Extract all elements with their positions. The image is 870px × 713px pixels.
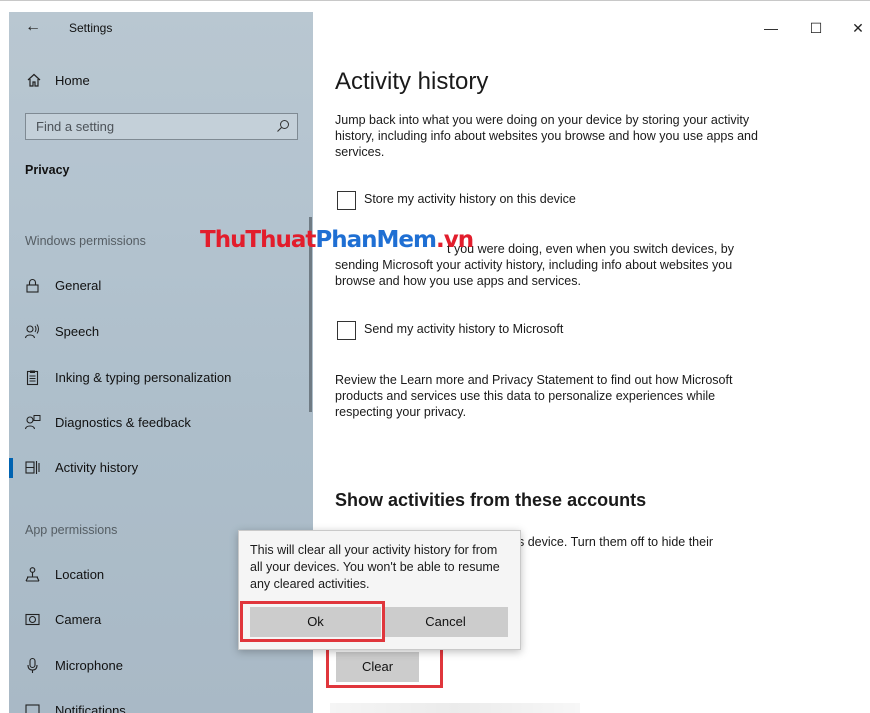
minimize-button[interactable]: — <box>748 20 794 40</box>
sidebar-item-general[interactable]: General <box>9 273 313 299</box>
sidebar-item-label: Inking & typing personalization <box>55 370 232 385</box>
clear-button-highlight <box>326 646 443 688</box>
sidebar-item-notifications[interactable]: Notifications <box>9 698 313 713</box>
sidebar-item-label: Diagnostics & feedback <box>55 415 191 430</box>
sidebar-item-label: General <box>55 278 102 293</box>
accounts-text-tail: s device. Turn them off to hide their <box>518 535 714 549</box>
speech-icon <box>24 324 39 339</box>
home-icon <box>27 73 41 87</box>
sidebar-item-speech[interactable]: Speech <box>9 319 313 345</box>
top-border <box>0 0 870 1</box>
search-placeholder: Find a setting <box>36 119 115 134</box>
sidebar-item-inking-typing[interactable]: Inking & typing personalization <box>9 365 313 391</box>
blurred-link-row <box>330 703 580 713</box>
search-input[interactable]: Find a setting <box>25 113 298 140</box>
watermark-part: ThuThuat <box>200 227 316 253</box>
ok-button-highlight <box>240 601 385 642</box>
send-history-checkbox[interactable] <box>337 321 356 340</box>
checkbox-label: Store my activity history on this device <box>364 192 576 206</box>
selected-indicator <box>9 458 13 478</box>
notifications-icon <box>25 704 40 713</box>
app-title: Settings <box>69 21 113 35</box>
back-arrow-icon[interactable]: ← <box>25 18 41 36</box>
activity-history-icon <box>25 461 40 474</box>
clipboard-icon <box>26 370 39 386</box>
sidebar-item-label: Microphone <box>55 658 123 673</box>
accounts-heading: Show activities from these accounts <box>335 490 647 510</box>
sidebar-item-label: Home <box>55 73 90 88</box>
sidebar-item-label: Notifications <box>55 703 126 713</box>
sidebar-item-label: Activity history <box>55 460 139 475</box>
section-title: Privacy <box>25 163 70 177</box>
sync-text-tail: t you were doing, even when you switch d… <box>447 242 734 256</box>
store-history-checkbox[interactable] <box>337 191 356 210</box>
search-icon[interactable] <box>276 119 290 133</box>
sidebar-item-activity-history[interactable]: Activity history <box>9 455 313 481</box>
dialog-message: This will clear all your activity histor… <box>250 543 500 591</box>
close-button[interactable]: ✕ <box>835 20 870 40</box>
sidebar-item-label: Location <box>55 567 105 582</box>
privacy-review-text: Review the Learn more and Privacy Statem… <box>335 373 733 419</box>
watermark-logo: ThuThuatPhanMem.vn <box>200 227 474 253</box>
watermark-part: PhanMem <box>315 227 437 253</box>
intro-text: Jump back into what you were doing on yo… <box>335 113 758 159</box>
feedback-icon <box>24 415 41 430</box>
camera-icon <box>25 613 40 626</box>
microphone-icon <box>27 657 38 673</box>
sidebar-item-label: Camera <box>55 612 102 627</box>
sync-text: sending Microsoft your activity history,… <box>335 258 733 288</box>
sidebar-item-microphone[interactable]: Microphone <box>9 653 313 679</box>
checkbox-label: Send my activity history to Microsoft <box>364 322 564 336</box>
group-label-windows-permissions: Windows permissions <box>25 234 146 248</box>
title-bar: ← Settings <box>9 12 313 44</box>
sidebar-item-home[interactable]: Home <box>9 70 313 94</box>
location-icon <box>25 567 40 582</box>
page-title: Activity history <box>335 68 489 95</box>
sidebar-item-diagnostics-feedback[interactable]: Diagnostics & feedback <box>9 410 313 436</box>
cancel-button[interactable]: Cancel <box>383 607 508 637</box>
watermark-part: .vn <box>435 227 474 253</box>
sidebar-item-label: Speech <box>55 324 100 339</box>
group-label-app-permissions: App permissions <box>25 523 118 537</box>
lock-icon <box>26 279 39 293</box>
maximize-button[interactable]: ☐ <box>793 20 839 40</box>
